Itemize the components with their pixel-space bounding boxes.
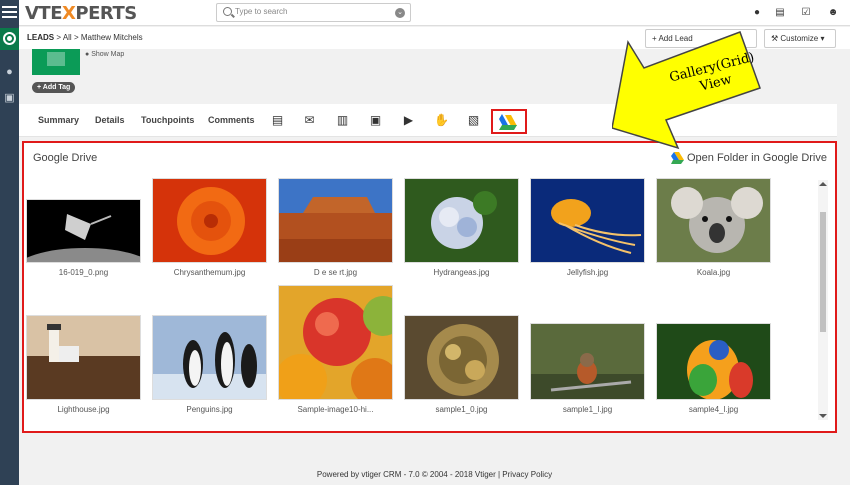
scroll-down-arrow[interactable] [819,414,827,418]
file-name[interactable]: Sample-image10-hi... [278,405,393,414]
package-icon[interactable]: ▣ [368,113,383,127]
file-thumbnail[interactable] [530,178,645,263]
file-name[interactable]: 16-019_0.png [26,268,141,277]
file-name[interactable]: Lighthouse.jpg [26,405,141,414]
calendar-icon[interactable]: ▤ [270,113,285,127]
file-thumbnail[interactable] [152,315,267,400]
breadcrumb-all[interactable]: All [63,33,72,42]
tab-details[interactable]: Details [95,115,125,125]
file-name[interactable]: sample4_l.jpg [656,405,771,414]
file-name[interactable]: Penguins.jpg [152,405,267,414]
search-input[interactable]: Type to search ⌄ [216,3,411,22]
file-thumbnail[interactable] [26,315,141,400]
file-thumbnail[interactable] [152,178,267,263]
file-name[interactable]: Jellyfish.jpg [530,268,645,277]
google-drive-tab[interactable] [491,109,527,134]
scrollbar[interactable] [818,180,828,420]
search-icon [223,7,232,16]
tasks-icon[interactable]: ☑ [800,7,812,19]
tab-comments[interactable]: Comments [208,115,255,125]
left-rail: ● ▣ [0,0,19,485]
add-circle-icon[interactable]: ● [751,7,763,19]
add-tag-button[interactable]: + Add Tag [32,82,76,93]
google-drive-icon [670,152,684,165]
file-thumbnail[interactable] [278,285,393,400]
file-thumbnail[interactable] [404,178,519,263]
file-thumbnail[interactable] [530,323,645,400]
calendar-icon[interactable]: ▤ [774,7,786,19]
file-thumbnail[interactable] [656,323,771,400]
panel-title: Google Drive [33,152,98,164]
document-icon[interactable]: ▥ [335,113,350,127]
privacy-policy-link[interactable]: Privacy Policy [502,470,552,479]
megaphone-icon[interactable]: ▶ [401,113,416,127]
file-thumbnail[interactable] [656,178,771,263]
user-icon[interactable]: ☻ [827,7,839,19]
building-icon[interactable]: ▣ [3,92,16,105]
google-drive-icon [499,114,517,130]
tab-summary[interactable]: Summary [38,115,79,125]
breadcrumb-record: Matthew Mitchels [80,33,143,42]
logo: VTEXPERTS [25,3,137,24]
file-name[interactable]: sample1_l.jpg [530,405,645,414]
file-thumbnail[interactable] [404,315,519,400]
breadcrumb: LEADS > All > Matthew Mitchels [27,33,143,42]
tab-touchpoints[interactable]: Touchpoints [141,115,194,125]
scroll-thumb[interactable] [820,212,826,332]
menu-icon[interactable] [2,6,17,18]
google-drive-panel: Google Drive Open Folder in Google Drive… [22,141,837,433]
record-avatar [32,49,80,75]
file-name[interactable]: sample1_0.jpg [404,405,519,414]
handshake-icon[interactable]: ✋ [434,113,449,127]
footer: Powered by vtiger CRM - 7.0 © 2004 - 201… [316,470,553,479]
chevron-down-icon: ▾ [820,34,825,43]
show-map-link[interactable]: ● Show Map [85,51,124,58]
top-bar: VTEXPERTS Type to search ⌄ ● ▤ ☑ ☻ [19,0,850,26]
file-name[interactable]: Chrysanthemum.jpg [152,268,267,277]
file-thumbnail[interactable] [26,199,141,263]
file-name[interactable]: Koala.jpg [656,268,771,277]
open-folder-link[interactable]: Open Folder in Google Drive [670,152,827,165]
file-name[interactable]: D e se rt.jpg [278,268,393,277]
email-icon[interactable]: ✉ [302,113,317,127]
crm-app-icon[interactable] [0,28,19,50]
file-name[interactable]: Hydrangeas.jpg [404,268,519,277]
scroll-up-arrow[interactable] [819,182,827,186]
chevron-down-icon[interactable]: ⌄ [395,8,405,18]
money-bag-icon[interactable]: ● [3,66,16,79]
book-icon[interactable]: ▧ [466,113,481,127]
breadcrumb-module[interactable]: LEADS [27,33,54,42]
file-thumbnail[interactable] [278,178,393,263]
